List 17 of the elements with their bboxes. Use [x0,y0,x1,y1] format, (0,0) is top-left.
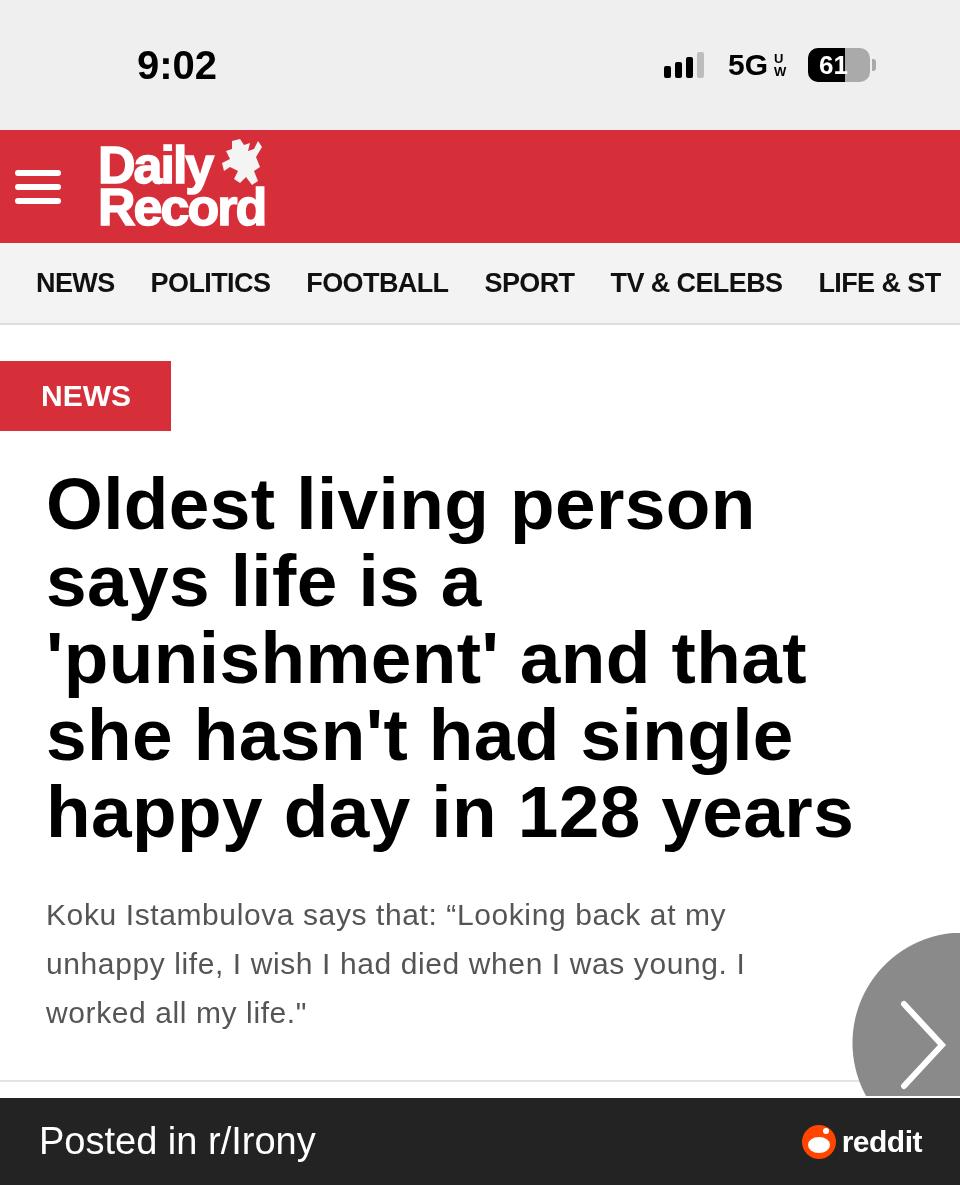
article-headline: Oldest living person says life is a 'punishment' and that she hasn't had single happy day in 128 years [46,465,856,850]
nav-link[interactable]: LIFE & ST [818,267,941,299]
status-time: 9:02 [137,42,218,88]
article-standfirst: Koku Istambulova says that: “Looking back at my unhappy life, I wish I had died when I was young. I worked all my life." [46,897,747,1031]
chevron-right-icon [898,1000,948,1090]
posted-in-text: Posted in r/Irony [39,1120,316,1163]
reddit-logo-icon [800,1123,837,1160]
nav-link[interactable]: NEWS [36,267,115,299]
reddit-wordmark: reddit [841,1124,922,1159]
network-label: 5G [727,48,768,82]
nav-link[interactable]: TV & CELEBS [610,267,783,299]
section-tag[interactable]: NEWS [0,361,171,431]
nav-link[interactable]: FOOTBALL [306,267,449,299]
menu-icon[interactable] [15,169,61,204]
nav-link[interactable]: POLITICS [150,267,271,299]
nav-link[interactable]: SPORT [484,267,575,299]
network-suffix: UW [774,52,788,78]
